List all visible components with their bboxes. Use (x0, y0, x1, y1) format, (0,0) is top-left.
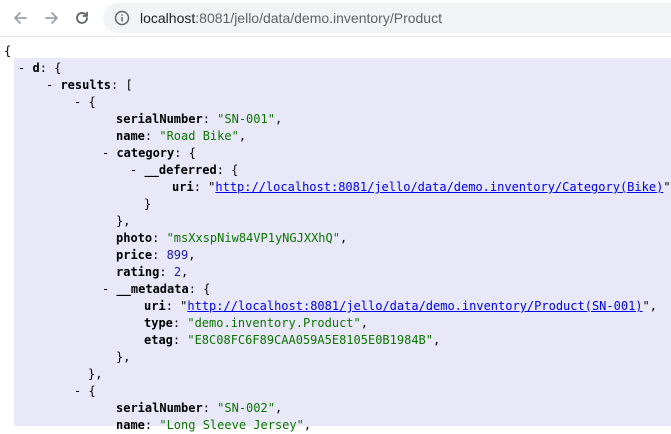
json-key: serialNumber (116, 401, 203, 415)
json-number-value: 899 (166, 248, 189, 262)
json-line-item2-open: - { (74, 384, 96, 398)
json-string-value: "SN-001" (217, 112, 275, 126)
json-key: name (116, 129, 145, 143)
json-key: etag (144, 333, 173, 347)
json-line: serialNumber: "SN-002", (116, 401, 283, 415)
arrow-left-icon (14, 12, 27, 24)
json-close-brace: }, (116, 214, 131, 228)
json-key: uri (172, 180, 194, 194)
json-line-results: - results: [ (46, 78, 133, 92)
json-string-value: "msXxspNiw84VP1yNGJXXhQ" (166, 231, 340, 245)
json-line: photo: "msXxspNiw84VP1yNGJXXhQ", (116, 231, 348, 245)
json-close-brace: }, (88, 367, 103, 381)
json-number-value: 2 (173, 265, 182, 279)
json-key: results (60, 78, 112, 92)
info-icon[interactable] (114, 10, 130, 26)
arrow-right-icon (45, 12, 58, 24)
json-key: __deferred (144, 163, 217, 177)
json-line: rating: 2, (116, 265, 189, 279)
json-line-d: - d: { (18, 61, 62, 75)
json-string-value: "Long Sleeve Jersey" (159, 418, 304, 432)
url-text[interactable]: localhost:8081/jello/data/demo.inventory… (140, 9, 442, 27)
collapse-toggle[interactable]: - (74, 384, 88, 398)
json-line: uri: "http://localhost:8081/jello/data/d… (172, 180, 671, 194)
url-path: :8081/jello/data/demo.inventory/Product (195, 10, 442, 26)
json-line: - __metadata: { (102, 282, 211, 296)
url-host: localhost (140, 10, 196, 26)
json-string-value: "Road Bike" (159, 129, 239, 143)
divider (0, 36, 671, 37)
json-open-brace: { (4, 44, 12, 58)
collapse-toggle[interactable]: - (102, 146, 116, 160)
forward-button[interactable] (42, 8, 62, 28)
json-line: name: "Road Bike", (116, 129, 247, 143)
json-viewer: { - d: { - results: [ - { serialNumber: … (0, 36, 671, 432)
json-key: uri (144, 299, 166, 313)
json-key: photo (116, 231, 153, 245)
back-button[interactable] (10, 8, 30, 28)
address-bar[interactable]: localhost:8081/jello/data/demo.inventory… (103, 3, 671, 33)
json-line: serialNumber: "SN-001", (116, 112, 283, 126)
json-key: name (116, 418, 145, 432)
json-key: __metadata (116, 282, 189, 296)
json-line: price: 899, (116, 248, 196, 262)
collapse-toggle[interactable]: - (74, 95, 88, 109)
collapse-toggle[interactable]: - (46, 78, 60, 92)
json-line: - category: { (102, 146, 196, 160)
browser-toolbar: localhost:8081/jello/data/demo.inventory… (0, 0, 671, 36)
collapse-toggle[interactable]: - (130, 163, 144, 177)
json-string-value: "demo.inventory.Product" (187, 316, 361, 330)
json-key: rating (116, 265, 160, 279)
deferred-uri-link[interactable]: http://localhost:8081/jello/data/demo.in… (215, 180, 663, 194)
reload-button[interactable] (72, 8, 92, 28)
json-line: type: "demo.inventory.Product", (144, 316, 368, 330)
json-line: etag: "E8C08FC6F89CAA059A5E8105E0B1984B"… (144, 333, 441, 347)
json-key: serialNumber (116, 112, 203, 126)
json-key: category (116, 146, 175, 160)
json-key: price (116, 248, 153, 262)
collapse-toggle[interactable]: - (102, 282, 116, 296)
json-line-item1-open: - { (74, 95, 96, 109)
json-key: type (144, 316, 173, 330)
collapse-toggle[interactable]: - (18, 61, 32, 75)
json-string-value: "E8C08FC6F89CAA059A5E8105E0B1984B" (187, 333, 433, 347)
json-close-brace: }, (116, 350, 131, 364)
json-close-brace: } (144, 197, 152, 211)
json-string-value: "SN-002" (217, 401, 275, 415)
reload-icon (76, 11, 88, 24)
json-line: - __deferred: { (130, 163, 239, 177)
json-key: d (32, 61, 40, 75)
metadata-uri-link[interactable]: http://localhost:8081/jello/data/demo.in… (187, 299, 642, 313)
json-line: uri: "http://localhost:8081/jello/data/d… (144, 299, 657, 313)
